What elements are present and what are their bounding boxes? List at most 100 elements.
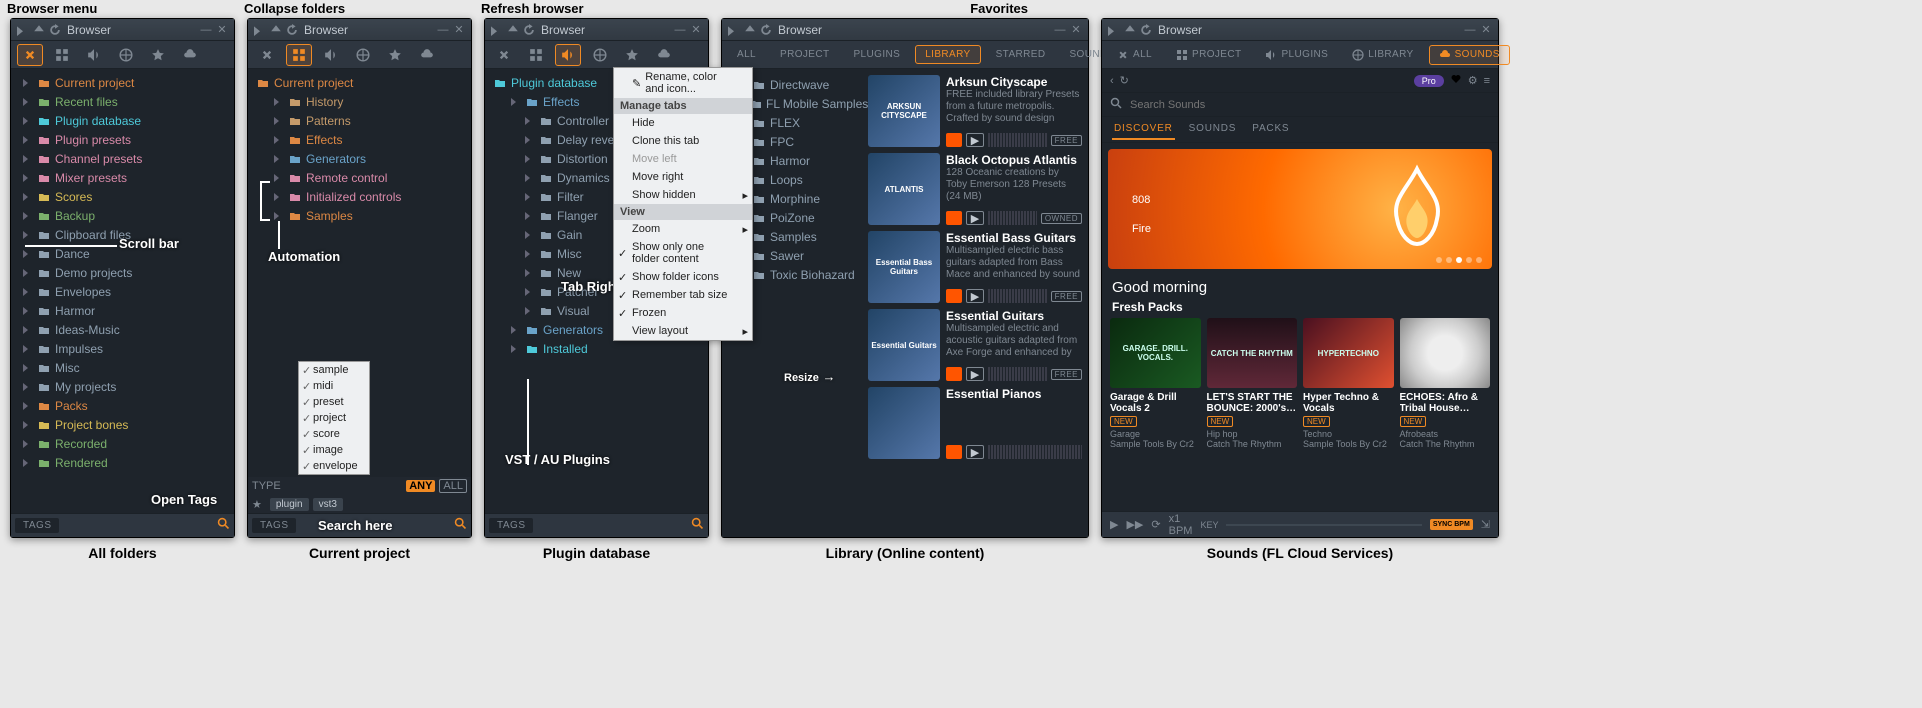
next-icon[interactable]: ▶▶	[1126, 518, 1143, 531]
close-button[interactable]: ✕	[688, 22, 704, 38]
tree-item[interactable]: Plugin database	[13, 111, 232, 130]
tab-project-icon[interactable]	[49, 44, 75, 66]
library-card[interactable]: ATLANTIS Black Octopus Atlantis 128 Ocea…	[868, 153, 1082, 225]
tree-item[interactable]: Ideas-Music	[13, 320, 232, 339]
tab-all[interactable]: ALL	[728, 46, 765, 63]
tree-item[interactable]: Patterns	[250, 111, 469, 130]
pack-card[interactable]: CATCH THE RHYTHM LET'S START THE BOUNCE:…	[1207, 318, 1298, 449]
menu-dropdown-icon[interactable]	[727, 23, 741, 37]
tab-library-icon[interactable]	[587, 44, 613, 66]
minimize-button[interactable]: —	[198, 22, 214, 38]
tab-starred-icon[interactable]	[619, 44, 645, 66]
ctx-zoom[interactable]: Zoom▸	[614, 220, 752, 238]
tree-item[interactable]: Current project	[13, 73, 232, 92]
tab-library[interactable]: LIBRARY	[1343, 46, 1422, 64]
ctx-remember[interactable]: ✓Remember tab size	[614, 286, 752, 304]
carousel-dots[interactable]	[1436, 257, 1482, 263]
soundcloud-icon[interactable]	[946, 445, 962, 459]
type-all[interactable]: ALL	[439, 479, 467, 493]
tree-item[interactable]: Recorded	[13, 434, 232, 453]
tag-option[interactable]: ✓preset	[299, 394, 369, 410]
heart-icon[interactable]	[1450, 73, 1462, 88]
ctx-clone[interactable]: Clone this tab	[614, 132, 752, 150]
tree-item[interactable]: Dance	[13, 244, 232, 263]
tab-plugins[interactable]: PLUGINS	[844, 46, 909, 63]
search-icon[interactable]	[691, 517, 704, 535]
tag-option[interactable]: ✓sample	[299, 362, 369, 378]
soundcloud-icon[interactable]	[946, 133, 962, 147]
tree-item[interactable]: Rendered	[13, 453, 232, 472]
soundcloud-icon[interactable]	[946, 289, 962, 303]
subtab-packs[interactable]: PACKS	[1250, 119, 1291, 140]
back-icon[interactable]: ‹	[1110, 75, 1114, 87]
tab-sounds-icon[interactable]	[414, 44, 440, 66]
tree-item[interactable]: Demo projects	[13, 263, 232, 282]
search-icon[interactable]	[454, 517, 467, 535]
tree-item[interactable]: Scores	[13, 187, 232, 206]
tab-plugins-icon[interactable]	[555, 44, 581, 66]
tab-project[interactable]: PROJECT	[1167, 46, 1250, 64]
play-icon[interactable]: ▶	[966, 211, 984, 225]
tag-option[interactable]: ✓envelope	[299, 458, 369, 474]
refresh-icon[interactable]	[285, 23, 299, 37]
tags-button[interactable]: TAGS	[15, 518, 59, 533]
tab-all[interactable]: ALL	[1108, 46, 1161, 64]
tag-option[interactable]: ✓midi	[299, 378, 369, 394]
minimize-button[interactable]: —	[435, 22, 451, 38]
tab-starred[interactable]: STARRED	[987, 46, 1055, 63]
search-input[interactable]	[63, 520, 213, 532]
sync-bpm-button[interactable]: SYNC BPM	[1430, 519, 1473, 530]
play-icon[interactable]: ▶	[966, 445, 984, 459]
tag-chip[interactable]: plugin	[270, 498, 309, 511]
pack-card[interactable]: ECHOES: Afro & Tribal House… NEW Afrobea…	[1400, 318, 1491, 449]
close-button[interactable]: ✕	[451, 22, 467, 38]
tree-item[interactable]: Clipboard files	[13, 225, 232, 244]
menu-dropdown-icon[interactable]	[16, 23, 30, 37]
tree-item[interactable]: Mixer presets	[13, 168, 232, 187]
ctx-move-right[interactable]: Move right	[614, 168, 752, 186]
soundcloud-icon[interactable]	[946, 211, 962, 225]
subtab-discover[interactable]: DISCOVER	[1112, 119, 1175, 140]
ctx-frozen[interactable]: ✓Frozen	[614, 304, 752, 322]
tree-item[interactable]: Current project	[250, 73, 469, 92]
gear-icon[interactable]: ⚙	[1468, 74, 1478, 87]
tree-item[interactable]: Impulses	[13, 339, 232, 358]
refresh-icon[interactable]	[1139, 23, 1153, 37]
tab-sounds-icon[interactable]	[651, 44, 677, 66]
tree-item[interactable]: Packs	[13, 396, 232, 415]
nav-up-icon[interactable]	[1123, 23, 1137, 37]
ctx-folder-icons[interactable]: ✓Show folder icons	[614, 268, 752, 286]
star-icon[interactable]: ★	[252, 498, 262, 511]
ctx-show-hidden[interactable]: Show hidden▸	[614, 186, 752, 204]
tree-item[interactable]: Project bones	[13, 415, 232, 434]
tab-all-icon[interactable]	[491, 44, 517, 66]
type-any[interactable]: ANY	[406, 480, 435, 492]
search-input[interactable]	[537, 520, 687, 532]
tags-button[interactable]: TAGS	[489, 518, 533, 533]
seek-bar[interactable]	[1226, 524, 1421, 526]
library-card[interactable]: Essential Pianos ▶	[868, 387, 1082, 459]
play-icon[interactable]: ▶	[966, 133, 984, 147]
menu-dropdown-icon[interactable]	[1107, 23, 1121, 37]
search-input[interactable]	[300, 520, 450, 532]
tree-item[interactable]: Envelopes	[13, 282, 232, 301]
soundcloud-icon[interactable]	[946, 367, 962, 381]
ctx-view-layout[interactable]: View layout▸	[614, 322, 752, 340]
menu-dropdown-icon[interactable]	[490, 23, 504, 37]
tab-all-icon[interactable]	[254, 44, 280, 66]
play-icon[interactable]: ▶	[1110, 518, 1118, 531]
tag-option[interactable]: ✓project	[299, 410, 369, 426]
search-icon[interactable]	[217, 517, 230, 535]
tree-item[interactable]: Plugin presets	[13, 130, 232, 149]
tab-library-icon[interactable]	[113, 44, 139, 66]
nav-up-icon[interactable]	[32, 23, 46, 37]
tag-option[interactable]: ✓score	[299, 426, 369, 442]
menu-icon[interactable]: ≡	[1484, 75, 1490, 87]
tab-all-icon[interactable]	[17, 44, 43, 66]
tree-item[interactable]: Samples	[250, 206, 469, 225]
subtab-sounds[interactable]: SOUNDS	[1187, 119, 1239, 140]
tab-library-icon[interactable]	[350, 44, 376, 66]
sounds-search-input[interactable]	[1128, 98, 1490, 112]
ctx-hide[interactable]: Hide	[614, 114, 752, 132]
play-icon[interactable]: ▶	[966, 367, 984, 381]
